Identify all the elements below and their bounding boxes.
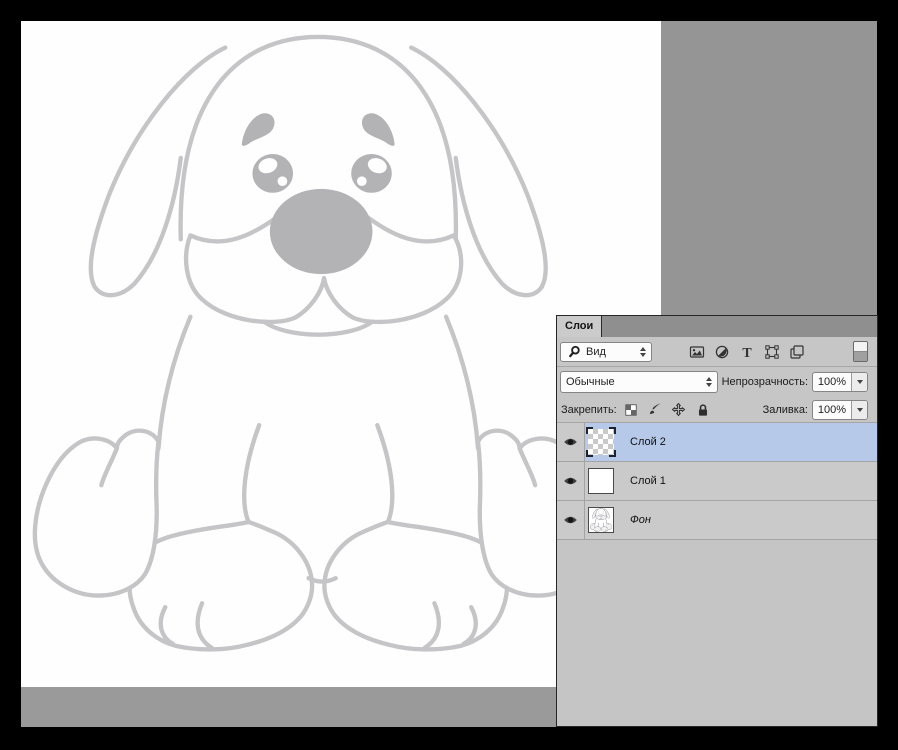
eye-icon (563, 437, 578, 447)
lock-transparency-icon[interactable] (623, 402, 639, 418)
panel-tab-bar: Слои (557, 316, 877, 337)
lock-position-move-icon[interactable] (671, 402, 687, 418)
layer-row-body[interactable]: Слой 1 (585, 462, 877, 500)
mini-dog-image (589, 508, 613, 532)
layer-row-background[interactable]: Фон (557, 501, 877, 540)
layer-row-layer2[interactable]: Слой 2 (557, 423, 877, 462)
layer-list: Слой 2 Слой 1 (557, 423, 877, 540)
selection-corner-icon (586, 450, 593, 457)
smart-object-filter-icon[interactable] (789, 344, 805, 360)
fill-label: Заливка: (763, 404, 808, 416)
pixel-layers-filter-icon[interactable] (689, 344, 705, 360)
layer-name[interactable]: Фон (630, 514, 651, 526)
blend-opacity-row: Обычные Непрозрачность: 100% (557, 367, 877, 397)
lock-pixels-brush-icon[interactable] (647, 402, 663, 418)
filter-kind-select[interactable]: Вид (560, 342, 652, 362)
type-layers-filter-icon[interactable]: T (739, 344, 755, 360)
fill-control: 100% (812, 400, 868, 420)
layer-list-empty-area (557, 540, 877, 726)
layer-filtering-toggle[interactable] (853, 341, 868, 362)
eye-icon (563, 515, 578, 525)
workspace: Слои Вид (21, 21, 877, 727)
combo-arrows-icon (706, 377, 712, 387)
visibility-cell[interactable] (557, 462, 585, 500)
lock-fill-row: Закрепить: (557, 397, 877, 422)
magnifier-icon (566, 344, 582, 360)
selection-corner-icon (609, 450, 616, 457)
opacity-dropdown-button[interactable] (851, 373, 867, 391)
layer-thumbnail[interactable] (588, 507, 614, 533)
blend-mode-value: Обычные (566, 376, 615, 388)
layer-filter-row: Вид (557, 337, 877, 366)
layer-thumbnail-selected[interactable] (588, 429, 614, 455)
opacity-value[interactable]: 100% (813, 376, 851, 388)
layer-row-body[interactable]: Фон (585, 501, 877, 539)
layer-name[interactable]: Слой 1 (630, 475, 666, 487)
combo-arrows-icon (640, 347, 646, 357)
adjustment-layers-filter-icon[interactable] (714, 344, 730, 360)
layer-name[interactable]: Слой 2 (630, 436, 666, 448)
layer-thumbnail[interactable] (588, 468, 614, 494)
selection-corner-icon (609, 427, 616, 434)
lock-buttons (623, 402, 711, 418)
filter-kind-value: Вид (586, 346, 606, 358)
application-window: Слои Вид (0, 0, 898, 750)
visibility-cell[interactable] (557, 423, 585, 461)
svg-text:T: T (742, 346, 752, 360)
fill-value[interactable]: 100% (813, 404, 851, 416)
layers-panel: Слои Вид (556, 315, 878, 727)
tab-layers[interactable]: Слои (557, 316, 602, 337)
opacity-control: 100% (812, 372, 868, 392)
layer-row-body[interactable]: Слой 2 (585, 423, 877, 461)
fill-dropdown-button[interactable] (851, 401, 867, 419)
visibility-cell[interactable] (557, 501, 585, 539)
opacity-label: Непрозрачность: (722, 376, 808, 388)
eye-icon (563, 476, 578, 486)
dog-thumbnail (588, 507, 614, 533)
lock-all-padlock-icon[interactable] (695, 402, 711, 418)
shape-layers-filter-icon[interactable] (764, 344, 780, 360)
filter-type-buttons: T (689, 344, 805, 360)
layer-row-layer1[interactable]: Слой 1 (557, 462, 877, 501)
white-thumbnail (588, 468, 614, 494)
lock-label: Закрепить: (561, 404, 617, 416)
selection-corner-icon (586, 427, 593, 434)
blend-mode-select[interactable]: Обычные (560, 371, 718, 393)
